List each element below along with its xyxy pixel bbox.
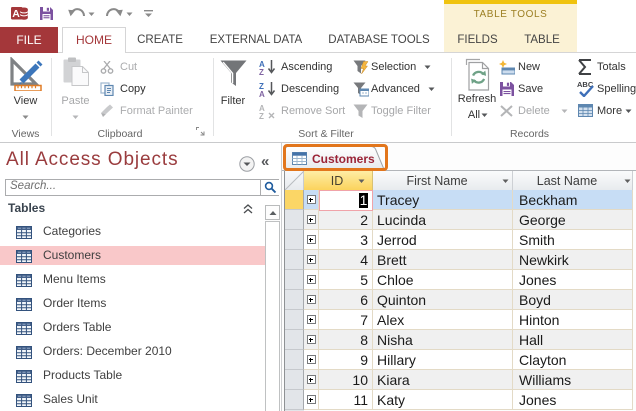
svg-text:A: A: [12, 8, 20, 20]
svg-text:Z: Z: [259, 112, 264, 119]
svg-text:A: A: [259, 90, 265, 97]
svg-text:Z: Z: [259, 68, 264, 75]
